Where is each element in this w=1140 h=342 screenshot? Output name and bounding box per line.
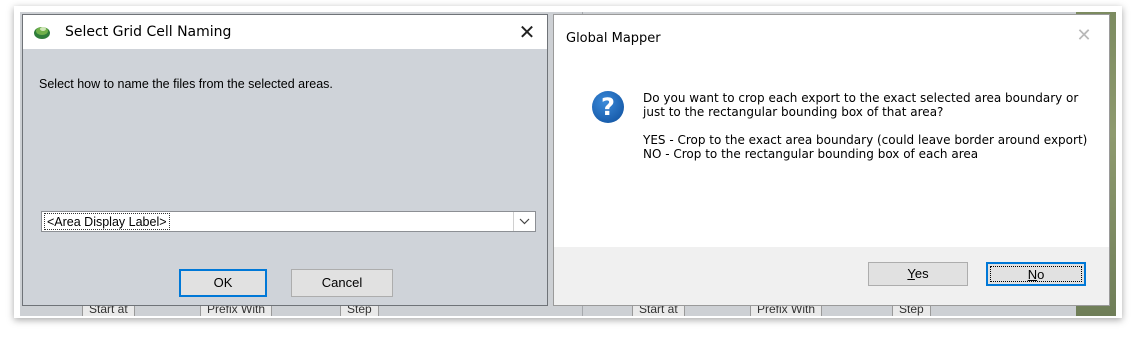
cancel-button[interactable]: Cancel [291, 269, 393, 297]
global-mapper-crop-dialog: Global Mapper ✕ ? Do you want to crop ea… [553, 14, 1110, 306]
dropdown-selected-value: <Area Display Label> [44, 213, 170, 230]
dialog-button-bar: Yes No [554, 247, 1109, 305]
yes-label-rest: es [914, 266, 929, 281]
message-question: Do you want to crop each export to the e… [643, 91, 1079, 119]
dialog-message: Do you want to crop each export to the e… [643, 91, 1093, 161]
yes-button[interactable]: Yes [868, 262, 968, 286]
dialog-title: Select Grid Cell Naming [65, 24, 232, 40]
no-mnemonic: N [1027, 267, 1038, 282]
naming-dropdown[interactable]: <Area Display Label> [41, 211, 536, 232]
dropdown-arrow[interactable] [513, 212, 535, 231]
dialog-title: Global Mapper [566, 31, 661, 46]
question-icon: ? [592, 91, 624, 123]
grid-cell-naming-dialog: Select Grid Cell Naming ✕ Select how to … [22, 14, 548, 306]
no-button-focus-ring: No [990, 266, 1082, 282]
yes-mnemonic: Y [907, 266, 915, 281]
dialog-titlebar: Select Grid Cell Naming ✕ [23, 15, 547, 49]
no-button[interactable]: No [986, 262, 1086, 286]
message-options: YES - Crop to the exact area boundary (c… [643, 133, 1088, 161]
close-icon[interactable]: ✕ [1069, 21, 1099, 51]
close-icon[interactable]: ✕ [511, 17, 543, 47]
global-mapper-logo-icon [33, 24, 51, 40]
ok-button[interactable]: OK [179, 269, 267, 297]
dialog-prompt: Select how to name the files from the se… [39, 77, 333, 91]
chevron-down-icon [519, 218, 530, 225]
no-label-rest: o [1037, 267, 1045, 282]
